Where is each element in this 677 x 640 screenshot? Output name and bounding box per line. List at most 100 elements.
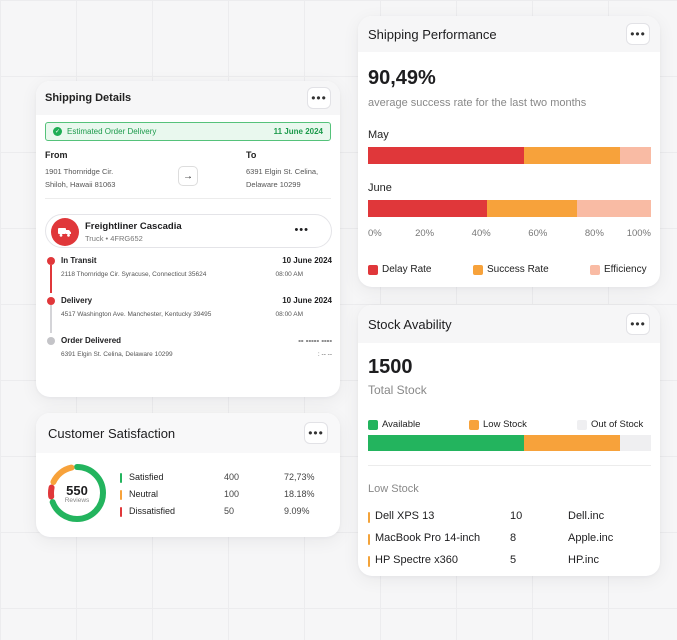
legend-item: Low Stock (469, 419, 527, 430)
timeline-item: Delivery 4517 Washington Ave. Manchester… (45, 293, 332, 333)
product-brand: Dell.inc (568, 510, 605, 522)
low-stock-marker (368, 512, 370, 523)
timeline-address: 2118 Thornridge Cir. Syracuse, Connectic… (61, 271, 207, 278)
satisfaction-name: Dissatisfied (129, 506, 176, 516)
legend-label: Out of Stock (591, 419, 644, 430)
satisfaction-row: Satisfied 400 72,73% (120, 472, 330, 485)
timeline-date: 10 June 2024 (282, 296, 332, 305)
may-bar-segment (523, 147, 620, 164)
satisfaction-name: Neutral (129, 489, 159, 499)
product-name: Dell XPS 13 (375, 510, 435, 522)
satisfaction-name: Satisfied (129, 472, 164, 482)
reviews-total: 550 (66, 483, 88, 498)
axis-tick-label: 100% (626, 228, 651, 239)
out-of-stock-swatch (577, 419, 587, 430)
timeline-dot-active (47, 297, 55, 305)
may-bar-segment (368, 147, 524, 164)
satisfaction-count: 100 (224, 489, 240, 499)
stock-header: Stock Avability ••• (358, 305, 660, 343)
stock-bar-segment (523, 435, 620, 451)
shipping-performance-title: Shipping Performance (368, 26, 497, 42)
product-name: HP Spectre x360 (375, 554, 458, 566)
timeline-connector (50, 265, 52, 293)
more-horizontal-icon[interactable]: ••• (307, 87, 331, 109)
route-section: From 1901 Thornridge Cir. Shiloh, Hawaii… (45, 141, 331, 199)
month-label: May (368, 129, 389, 141)
product-brand: HP.inc (568, 554, 599, 566)
legend-label: Low Stock (483, 419, 527, 430)
vehicle-sub: Truck • 4FRG652 (85, 234, 143, 243)
shipping-performance-card: Shipping Performance ••• 90,49% average … (358, 16, 660, 287)
stock-title: Stock Avability (368, 316, 452, 332)
low-stock-row[interactable]: HP Spectre x360 5 HP.inc (368, 554, 652, 568)
customer-satisfaction-title: Customer Satisfaction (48, 425, 176, 441)
product-name: MacBook Pro 14-inch (375, 532, 481, 544)
month-label: June (368, 182, 392, 194)
success-rate-caption: average success rate for the last two mo… (368, 97, 587, 109)
vehicle-pill[interactable]: Freightliner Cascadia Truck • 4FRG652 ••… (45, 214, 332, 248)
stock-stacked-bar (368, 435, 651, 451)
total-stock-label: Total Stock (368, 383, 427, 397)
stock-bar-segment (368, 435, 524, 451)
timeline-time: 08:00 AM (275, 311, 303, 318)
low-stock-marker (368, 534, 370, 545)
legend-label: Available (382, 419, 421, 430)
divider (368, 465, 651, 466)
more-horizontal-icon[interactable]: ••• (626, 23, 650, 45)
neutral-marker (120, 490, 122, 500)
percent-axis: 0% 20% 40% 60% 80% 100% (368, 228, 651, 240)
low-stock-row[interactable]: MacBook Pro 14-inch 8 Apple.inc (368, 532, 652, 546)
shipping-details-header: Shipping Details ••• (36, 81, 340, 115)
estimated-delivery-banner: ✓ Estimated Order Delivery 11 June 2024 (45, 122, 331, 141)
axis-tick-label: 80% (584, 228, 604, 239)
satisfaction-count: 400 (224, 472, 240, 482)
shipping-details-card: Shipping Details ••• ✓ Estimated Order D… (36, 81, 340, 397)
timeline-time: 08:00 AM (275, 271, 303, 278)
june-bar-segment (368, 200, 487, 217)
timeline-time: : -- -- (317, 351, 332, 358)
may-bar-segment (619, 147, 651, 164)
legend-item: Success Rate (473, 264, 549, 275)
legend-item: Efficiency (590, 264, 647, 275)
axis-tick-label: 60% (528, 228, 548, 239)
low-stock-title: Low Stock (368, 483, 419, 495)
truck-icon (51, 218, 79, 246)
from-label: From (45, 150, 68, 160)
timeline-status: In Transit (61, 256, 97, 265)
dissatisfied-marker (120, 507, 122, 517)
stock-legend: Available Low Stock Out of Stock (368, 419, 652, 432)
june-bar-segment (577, 200, 651, 217)
arrow-right-icon: → (178, 166, 198, 186)
timeline-address: 4517 Washington Ave. Manchester, Kentuck… (61, 311, 212, 318)
reviews-label: Reviews (64, 497, 90, 504)
more-horizontal-icon[interactable]: ••• (304, 422, 328, 444)
product-qty: 10 (510, 510, 523, 522)
to-address-line1: 6391 Elgin St. Celina, (246, 167, 319, 176)
shipment-timeline: In Transit 2118 Thornridge Cir. Syracuse… (45, 253, 332, 373)
timeline-date: -- ----- ---- (298, 336, 332, 345)
vehicle-more-icon[interactable]: ••• (294, 224, 309, 236)
satisfaction-percent: 9.09% (284, 506, 310, 516)
to-address-line2: Delaware 10299 (246, 180, 301, 189)
success-rate-value: 90,49% (368, 67, 436, 89)
total-stock-value: 1500 (368, 356, 413, 378)
performance-legend: Delay Rate Success Rate Efficiency (368, 264, 658, 278)
low-stock-row[interactable]: Dell XPS 13 10 Dell.inc (368, 510, 652, 524)
customer-satisfaction-card: Customer Satisfaction ••• 550 Reviews Sa… (36, 413, 340, 537)
more-horizontal-icon[interactable]: ••• (626, 313, 650, 335)
from-address-line1: 1901 Thornridge Cir. (45, 167, 114, 176)
may-stacked-bar (368, 147, 651, 164)
product-qty: 8 (510, 532, 517, 544)
june-stacked-bar (368, 200, 651, 217)
satisfaction-row: Dissatisfied 50 9.09% (120, 506, 330, 519)
satisfaction-percent: 72,73% (284, 472, 315, 482)
satisfied-marker (120, 473, 122, 483)
timeline-dot-pending (47, 337, 55, 345)
timeline-connector (50, 305, 52, 333)
legend-item: Out of Stock (577, 419, 643, 430)
vehicle-name: Freightliner Cascadia (85, 221, 182, 232)
success-swatch (473, 264, 483, 275)
delay-swatch (368, 264, 378, 275)
stock-bar-segment (619, 435, 651, 451)
axis-tick-label: 20% (415, 228, 435, 239)
